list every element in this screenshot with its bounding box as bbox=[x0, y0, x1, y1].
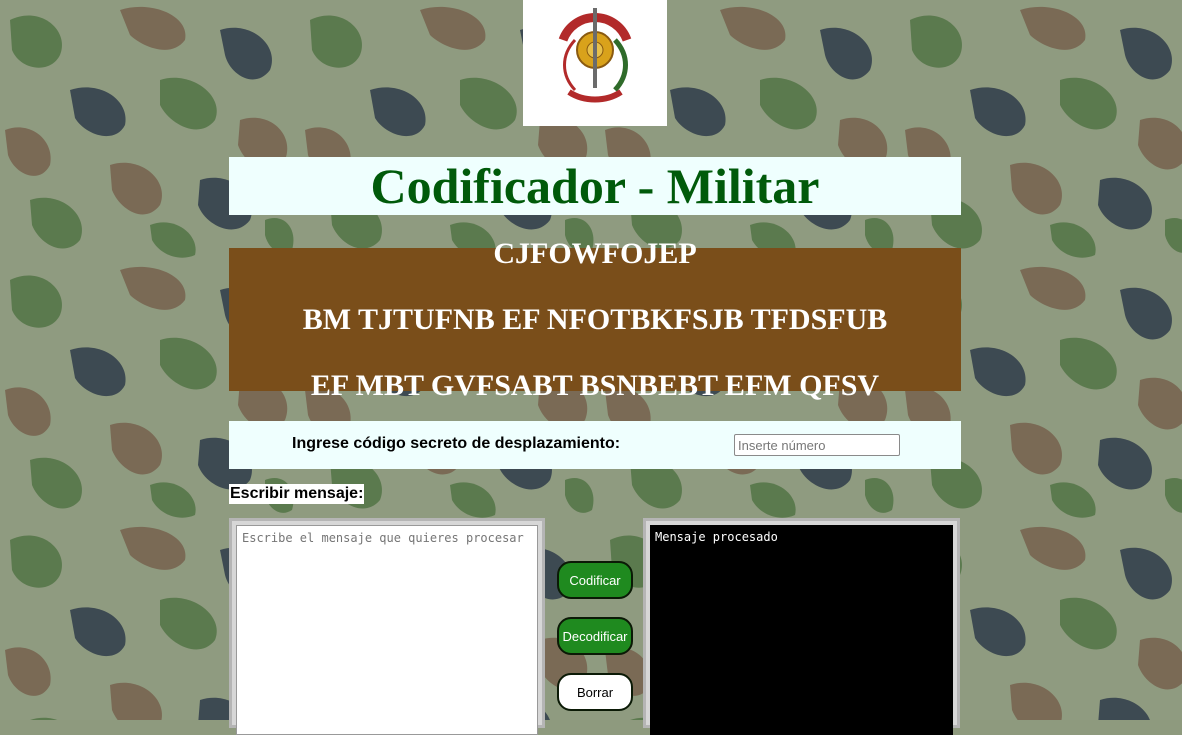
shift-code-panel: Ingrese código secreto de desplazamiento… bbox=[229, 421, 961, 469]
shift-code-label: Ingrese código secreto de desplazamiento… bbox=[292, 435, 621, 452]
clear-button[interactable]: Borrar bbox=[557, 673, 633, 711]
logo-panel bbox=[523, 0, 667, 126]
message-output[interactable]: Mensaje procesado bbox=[650, 525, 953, 735]
message-input[interactable] bbox=[236, 525, 538, 735]
cipher-line: CJFOWFOJEP bbox=[493, 237, 697, 270]
cipher-line: BM TJTUFNB EF NFOTBKFSJB TFDSFUB bbox=[302, 303, 888, 336]
shift-code-input[interactable] bbox=[734, 434, 900, 456]
encode-button[interactable]: Codificar bbox=[557, 561, 633, 599]
title-panel: Codificador - Militar bbox=[229, 157, 961, 215]
army-emblem-logo bbox=[558, 8, 632, 103]
page-title: Codificador - Militar bbox=[370, 158, 820, 214]
cipher-line: EF MBT GVFSABT BSNBEBT EFM QFSV bbox=[310, 369, 880, 402]
message-label: Escribir mensaje: bbox=[229, 484, 365, 504]
message-input-frame bbox=[229, 518, 545, 735]
message-output-frame: Mensaje procesado bbox=[643, 518, 960, 735]
decode-button[interactable]: Decodificar bbox=[557, 617, 633, 655]
cipher-banner: CJFOWFOJEP BM TJTUFNB EF NFOTBKFSJB TFDS… bbox=[229, 239, 961, 401]
